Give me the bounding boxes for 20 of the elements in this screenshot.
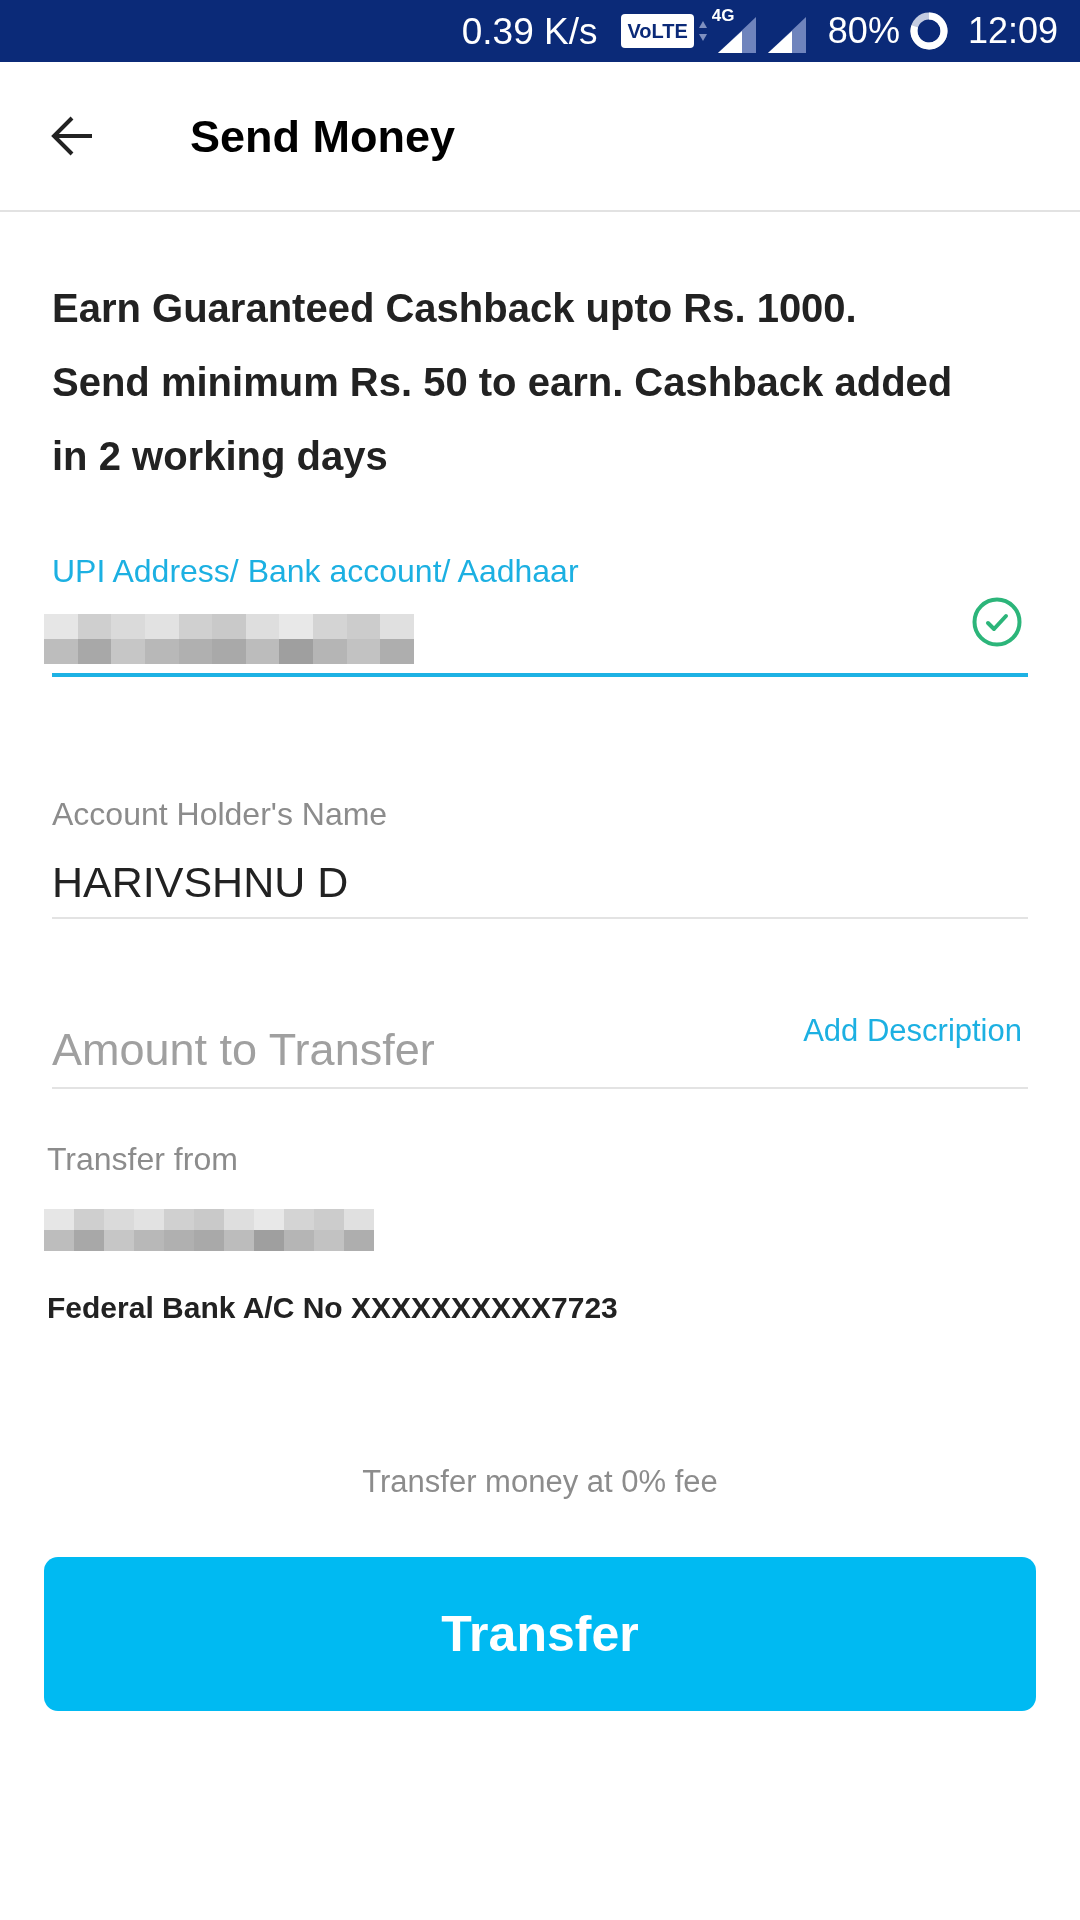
signal-icon: [767, 17, 806, 53]
transfer-from-label: Transfer from: [47, 1143, 239, 1175]
promo-text: Earn Guaranteed Cashback upto Rs. 1000. Send minimum Rs. 50 to earn. Cashback added in 2 working days: [52, 285, 954, 480]
clock-time: 12:09: [967, 13, 1058, 49]
volte-badge: VoLTE: [621, 14, 694, 48]
recipient-field[interactable]: UPI Address/ Bank account/ Aadhaar: [52, 553, 1028, 677]
add-description-link[interactable]: Add Description: [803, 1013, 1022, 1049]
ring-icon: [909, 12, 948, 50]
battery-percent: 80%: [827, 13, 900, 49]
field-label: Account Holder's Name: [52, 796, 389, 832]
field-label: UPI Address/ Bank account/ Aadhaar: [52, 553, 580, 589]
transfer-button[interactable]: Transfer: [44, 1557, 1036, 1711]
network-speed: 0.39 K/s: [461, 12, 598, 50]
bank-account-text: Federal Bank A/C No XXXXXXXXXX7723: [47, 1290, 619, 1326]
name-field[interactable]: HARIVSHNU D: [52, 859, 1028, 919]
back-arrow-icon: [50, 116, 94, 156]
network-type: 4G: [711, 7, 735, 24]
data-activity-icon: [697, 20, 708, 42]
page-title: Send Money: [190, 113, 456, 159]
fee-note: Transfer money at 0% fee: [361, 1464, 719, 1500]
